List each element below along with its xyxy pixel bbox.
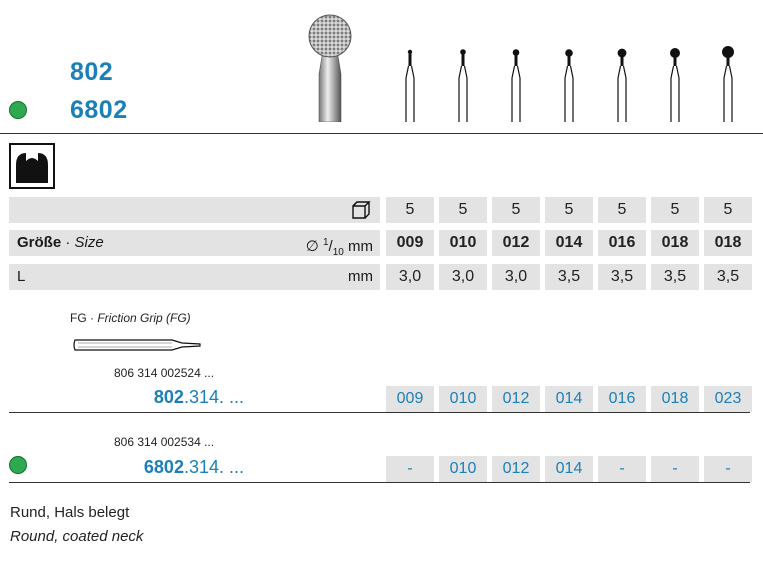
order-size-cell[interactable]: - [598, 456, 646, 482]
description-en: Round, coated neck [10, 528, 144, 545]
order-size-cell[interactable]: 012 [492, 456, 540, 482]
product-code-rest: .314. ... [183, 387, 244, 407]
length-row-unit: mm [348, 268, 373, 285]
length-cell: 3,0 [386, 264, 434, 290]
unit-numerator: 1 [322, 237, 329, 248]
package-qty-cell: 5 [545, 197, 593, 223]
size-cell: 014 [545, 230, 593, 256]
order-size-cell[interactable]: - [651, 456, 699, 482]
diameter-symbol: ∅ [305, 238, 319, 255]
order-size-cell[interactable]: 010 [439, 456, 487, 482]
package-qty-cell: 5 [439, 197, 487, 223]
size-cell: 009 [386, 230, 434, 256]
product-code-rest: .314. ... [183, 457, 244, 477]
size-cell: 018 [704, 230, 752, 256]
header-divider [0, 133, 763, 134]
unit-denominator: 10 [332, 247, 344, 258]
shank-separator: · [86, 311, 98, 325]
size-cell: 018 [651, 230, 699, 256]
bur-size-icon [722, 46, 734, 122]
bur-size-icon [564, 49, 574, 122]
package-qty-cell: 5 [704, 197, 752, 223]
product-code-bold: 6802 [143, 457, 184, 477]
length-cell: 3,5 [545, 264, 593, 290]
shank-label: FG · Friction Grip (FG) [70, 311, 191, 325]
order-size-cell[interactable]: 009 [386, 386, 434, 412]
bur-size-icon [458, 49, 468, 122]
product-order-code: 6802.314. ... [100, 457, 244, 478]
length-cell: 3,5 [651, 264, 699, 290]
product-code-802: 802 [70, 58, 114, 86]
size-cell: 010 [439, 230, 487, 256]
bur-size-icon [617, 48, 627, 122]
product-code-bold: 802 [153, 387, 184, 407]
length-row-label: L [17, 268, 26, 285]
size-cell: 012 [492, 230, 540, 256]
green-marker-icon [9, 101, 27, 119]
round-bur-large-icon [308, 14, 352, 122]
product-code-6802: 6802 [70, 96, 128, 124]
order-size-cell[interactable]: 023 [704, 386, 752, 412]
friction-grip-shank-icon [73, 339, 201, 351]
package-row-label-bg [9, 197, 380, 223]
bur-size-icon [405, 49, 415, 122]
package-qty-cell: 5 [492, 197, 540, 223]
package-box-icon [352, 201, 371, 219]
length-cell: 3,5 [598, 264, 646, 290]
order-size-cell[interactable]: - [704, 456, 752, 482]
order-size-cell[interactable]: - [386, 456, 434, 482]
order-size-cell[interactable]: 014 [545, 456, 593, 482]
order-size-cell[interactable]: 018 [651, 386, 699, 412]
size-label-en: Size [74, 234, 104, 251]
size-unit-mm: mm [348, 238, 373, 255]
product-order-code: 802.314. ... [100, 387, 244, 408]
order-size-cell[interactable]: 010 [439, 386, 487, 412]
round-bur-cross-section-icon [9, 143, 55, 189]
product-divider [9, 412, 750, 413]
length-cell: 3,0 [439, 264, 487, 290]
size-label-de: Größe [17, 234, 62, 251]
product-ref-number: 806 314 002524 ... [114, 366, 215, 380]
description-de: Rund, Hals belegt [10, 504, 130, 521]
size-row-label: Größe · Size [17, 230, 104, 256]
order-size-cell[interactable]: 014 [545, 386, 593, 412]
order-size-cell[interactable]: 016 [598, 386, 646, 412]
package-qty-cell: 5 [598, 197, 646, 223]
product-divider [9, 482, 750, 483]
bur-size-icon [670, 48, 680, 122]
package-qty-cell: 5 [651, 197, 699, 223]
product-ref-number: 806 314 002534 ... [114, 435, 215, 449]
package-qty-cell: 5 [386, 197, 434, 223]
length-cell: 3,0 [492, 264, 540, 290]
bur-size-icon [511, 49, 521, 122]
size-label-separator: · [61, 234, 75, 251]
green-marker-icon [9, 456, 27, 474]
size-row-unit: ∅ 1/10 mm [305, 237, 373, 258]
order-size-cell[interactable]: 012 [492, 386, 540, 412]
shank-abbr: FG [70, 311, 87, 325]
shank-full: Friction Grip (FG) [97, 311, 191, 325]
size-cell: 016 [598, 230, 646, 256]
length-cell: 3,5 [704, 264, 752, 290]
